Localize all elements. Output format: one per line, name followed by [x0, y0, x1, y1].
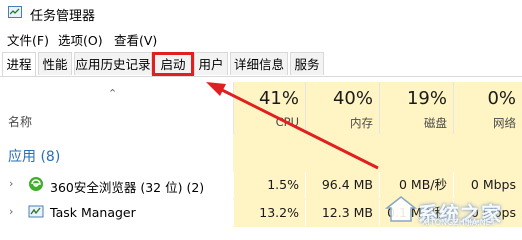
- column-header-network[interactable]: 0% 网络: [453, 82, 522, 134]
- task-manager-icon: [28, 205, 44, 218]
- menu-options[interactable]: 选项(O): [58, 30, 103, 49]
- column-header-memory[interactable]: 40% 内存: [305, 82, 379, 134]
- tab-bar: 进程 性能 应用历史记录 启动 用户 详细信息 服务: [0, 52, 522, 77]
- group-header-apps[interactable]: 应用 (8): [0, 140, 522, 168]
- group-label: 应用 (8): [8, 149, 61, 165]
- disk-label: 磁盘: [424, 116, 447, 130]
- cpu-cell: 13.2%: [233, 200, 305, 226]
- menu-bar: 文件(F) 选项(O) 查看(V): [0, 28, 522, 48]
- column-header-disk[interactable]: 19% 磁盘: [379, 82, 453, 134]
- title-bar: 任务管理器: [0, 0, 522, 26]
- watermark-subtext: XITONGZHIJIA.NET: [422, 218, 496, 227]
- memory-total-percent: 40%: [332, 88, 373, 109]
- cpu-label: CPU: [275, 115, 299, 129]
- chevron-right-icon[interactable]: ›: [9, 177, 13, 190]
- memory-cell: 12.3 MB: [305, 200, 379, 226]
- chevron-right-icon[interactable]: ›: [9, 205, 13, 218]
- startup-tab-highlight: [152, 52, 194, 76]
- memory-cell: 96.4 MB: [305, 172, 379, 198]
- disk-total-percent: 19%: [406, 88, 447, 109]
- column-header-name[interactable]: 名称: [8, 113, 32, 130]
- process-name: Task Manager: [50, 205, 136, 220]
- tab-app-history[interactable]: 应用历史记录: [74, 52, 152, 75]
- 360-browser-icon: [29, 177, 43, 191]
- menu-view[interactable]: 查看(V): [114, 30, 157, 49]
- sort-up-icon[interactable]: ⌃: [108, 87, 117, 100]
- tab-performance[interactable]: 性能: [38, 52, 72, 75]
- tab-users[interactable]: 用户: [194, 52, 228, 75]
- watermark-logo: 系统之家 XITONGZHIJIA.NET: [382, 190, 522, 227]
- process-name: 360安全浏览器 (32 位) (2): [50, 180, 205, 195]
- window-title: 任务管理器: [30, 9, 96, 24]
- network-label: 网络: [493, 116, 516, 130]
- menu-file[interactable]: 文件(F): [7, 30, 49, 49]
- column-header-cpu[interactable]: 41% CPU: [233, 82, 305, 134]
- memory-label: 内存: [350, 116, 373, 130]
- task-manager-icon: [8, 6, 22, 18]
- network-total-percent: 0%: [487, 88, 516, 109]
- tab-processes[interactable]: 进程: [2, 52, 36, 76]
- tab-details[interactable]: 详细信息: [230, 52, 288, 75]
- watermark-house-icon: [384, 196, 418, 222]
- cpu-total-percent: 41%: [258, 88, 299, 109]
- tab-services[interactable]: 服务: [290, 52, 324, 75]
- cpu-cell: 1.5%: [233, 172, 305, 198]
